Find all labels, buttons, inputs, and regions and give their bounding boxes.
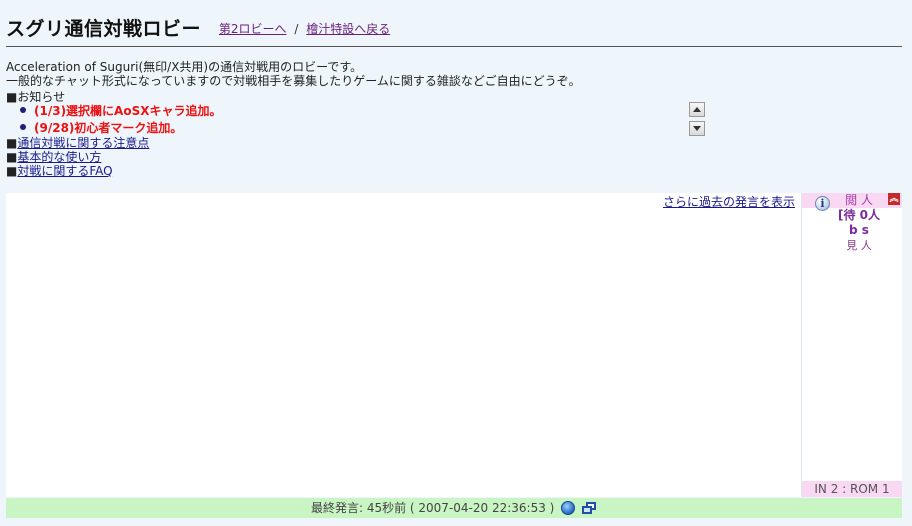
news-list: (1/3)選択欄にAoSXキャラ追加。 (9/28)初心者マーク追加。 — [20, 103, 221, 137]
news-scroll-up-button[interactable] — [689, 102, 705, 117]
room-list: 閲 人 [待 0人 b s 見 人 — [832, 193, 886, 253]
bullet-icon — [20, 124, 26, 130]
chat-log-panel[interactable]: さらに過去の発言を表示 — [6, 193, 801, 497]
news-item-text: (1/3)選択欄にAoSXキャラ追加。 — [34, 104, 222, 118]
popout-window-icon[interactable] — [582, 502, 597, 515]
user-counts: IN 2 : ROM 1 — [814, 482, 890, 496]
faq-link[interactable]: 対戦に関するFAQ — [17, 164, 112, 178]
help-link-row: ■通信対戦に関する注意点 — [6, 136, 149, 150]
square-bullet: ■ — [6, 136, 18, 150]
second-lobby-link[interactable]: 第2ロビーへ — [219, 22, 287, 36]
page-header: スグリ通信対戦ロビー 第2ロビーへ / 檜汁特設へ戻る — [6, 14, 902, 41]
back-to-special-link[interactable]: 檜汁特設へ戻る — [306, 22, 390, 36]
nav-separator: / — [294, 22, 299, 36]
header-divider — [6, 46, 902, 47]
basic-usage-link[interactable]: 基本的な使い方 — [17, 150, 101, 164]
help-links: ■通信対戦に関する注意点 ■基本的な使い方 ■対戦に関するFAQ — [6, 136, 149, 178]
room-line: 閲 人 — [845, 193, 873, 207]
info-icon[interactable]: i — [815, 196, 830, 211]
arrow-down-icon — [693, 126, 701, 131]
intro-text: Acceleration of Suguri(無印/X共用)の通信対戦用のロビー… — [6, 60, 886, 88]
bullet-icon — [20, 107, 26, 113]
news-item: (1/3)選択欄にAoSXキャラ追加。 — [20, 103, 221, 120]
square-bullet: ■ — [6, 164, 18, 178]
last-post-status: 最終発言: 45秒前 ( 2007-04-20 22:36:53 ) — [310, 501, 555, 515]
nav-links: 第2ロビーへ / 檜汁特設へ戻る — [219, 20, 390, 37]
intro-line-1: Acceleration of Suguri(無印/X共用)の通信対戦用のロビー… — [6, 60, 363, 74]
intro-line-2: 一般的なチャット形式になっていますので対戦相手を募集したりゲームに関する雑談など… — [6, 74, 581, 88]
globe-icon[interactable] — [561, 501, 576, 515]
news-item-text: (9/28)初心者マーク追加。 — [34, 121, 183, 135]
collapse-up-icon[interactable]: ︽ — [888, 193, 900, 205]
news-scroll-down-button[interactable] — [689, 121, 705, 136]
arrow-up-icon — [693, 107, 701, 112]
room-line: 見 人 — [846, 239, 872, 252]
cautions-link[interactable]: 通信対戦に関する注意点 — [17, 136, 149, 150]
status-footer: 最終発言: 45秒前 ( 2007-04-20 22:36:53 ) — [6, 498, 902, 518]
member-sidebar: i ︽ 閲 人 [待 0人 b s 見 人 IN 2 : ROM 1 — [801, 193, 902, 497]
help-link-row: ■対戦に関するFAQ — [6, 164, 149, 178]
page-title: スグリ通信対戦ロビー — [6, 18, 202, 40]
help-link-row: ■基本的な使い方 — [6, 150, 149, 164]
news-item: (9/28)初心者マーク追加。 — [20, 120, 221, 137]
room-line: b s — [849, 223, 869, 237]
room-line: [待 0人 — [837, 208, 880, 222]
square-bullet: ■ — [6, 150, 18, 164]
show-older-messages-link[interactable]: さらに過去の発言を表示 — [663, 193, 795, 210]
